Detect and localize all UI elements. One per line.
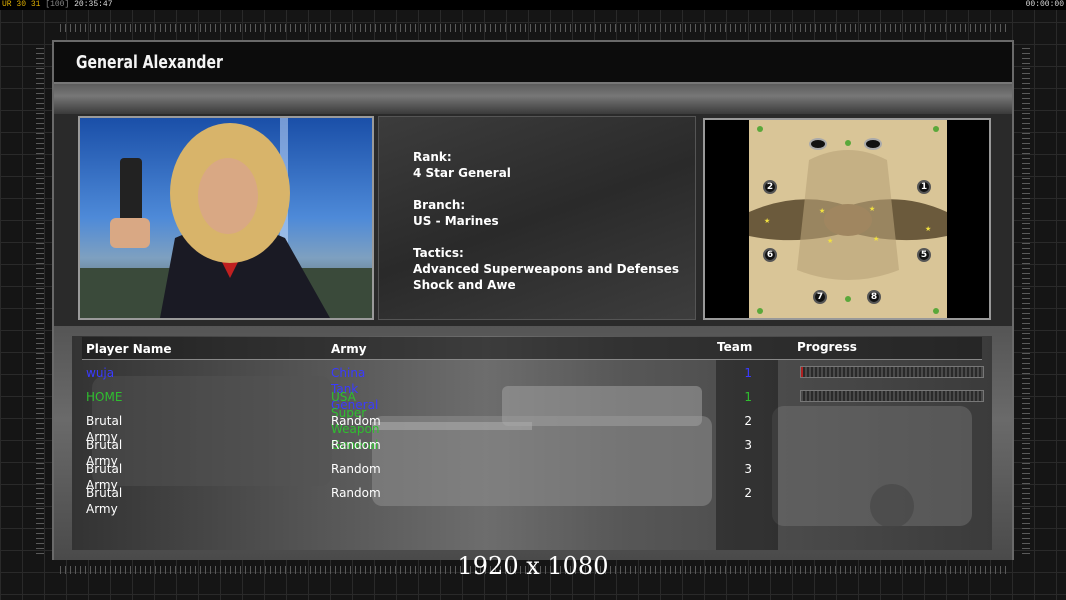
player-name: wuja bbox=[86, 366, 115, 380]
player-team: 1 bbox=[744, 390, 752, 404]
rank-label: Rank: bbox=[413, 150, 452, 164]
resolution-label: 1920 x 1080 bbox=[457, 552, 609, 580]
map-slot-7: 7 bbox=[813, 290, 827, 304]
col-progress[interactable]: Progress bbox=[797, 337, 857, 357]
left-ruler bbox=[36, 44, 44, 554]
player-army: Random bbox=[331, 438, 381, 452]
player-name: HOME bbox=[86, 390, 123, 404]
top-ruler bbox=[60, 24, 1006, 32]
status-b: 31 bbox=[30, 0, 41, 9]
portrait-image bbox=[80, 118, 372, 318]
status-a: 30 bbox=[16, 0, 27, 9]
right-ruler bbox=[1022, 44, 1030, 554]
map-slot-8: 8 bbox=[867, 290, 881, 304]
status-c: 100 bbox=[50, 0, 65, 9]
col-player-name[interactable]: Player Name bbox=[86, 339, 171, 359]
general-title: General Alexander bbox=[76, 52, 223, 73]
col-team[interactable]: Team bbox=[717, 337, 752, 357]
rank-value: 4 Star General bbox=[413, 166, 511, 180]
branch-label: Branch: bbox=[413, 198, 466, 212]
player-name: Brutal Army bbox=[86, 486, 123, 516]
player-team: 1 bbox=[744, 366, 752, 380]
player-team: 2 bbox=[744, 486, 752, 500]
player-team: 3 bbox=[744, 438, 752, 452]
map-slot-6: 6 bbox=[763, 248, 777, 262]
general-info-panel: Rank: 4 Star General Branch: US - Marine… bbox=[378, 116, 696, 320]
player-team: 2 bbox=[744, 414, 752, 428]
status-ur: UR bbox=[2, 0, 12, 9]
map-slot-1: 1 bbox=[917, 180, 931, 194]
player-army: Random bbox=[331, 486, 381, 500]
tactics-line-2: Shock and Awe bbox=[413, 278, 516, 292]
map-slot-5: 5 bbox=[917, 248, 931, 262]
progress-fill bbox=[801, 367, 803, 377]
tactics-line-1: Advanced Superweapons and Defenses bbox=[413, 262, 680, 276]
system-status-bar: UR 30 31 [100] 20:35:47 00:00:00 bbox=[0, 0, 1066, 10]
status-right-clock: 00:00:00 bbox=[1025, 0, 1064, 9]
map-crater bbox=[864, 138, 882, 150]
progress-bar bbox=[800, 390, 984, 402]
tactics-label: Tactics: bbox=[413, 246, 464, 260]
branch-value: US - Marines bbox=[413, 214, 499, 228]
player-army: Random bbox=[331, 414, 381, 428]
title-strip bbox=[54, 84, 1012, 114]
col-army[interactable]: Army bbox=[331, 339, 367, 359]
general-portrait bbox=[78, 116, 374, 320]
map-preview[interactable]: 1 2 5 6 7 8 ★ ★ ★ ★ ★ ★ bbox=[703, 118, 991, 320]
map-slot-2: 2 bbox=[763, 180, 777, 194]
progress-bar bbox=[800, 366, 984, 378]
map-crater bbox=[809, 138, 827, 150]
map-image: 1 2 5 6 7 8 ★ ★ ★ ★ ★ ★ bbox=[749, 120, 947, 318]
player-army: Random bbox=[331, 462, 381, 476]
title-bar: General Alexander bbox=[54, 42, 1012, 84]
player-team: 3 bbox=[744, 462, 752, 476]
status-clock: 20:35:47 bbox=[74, 0, 113, 9]
